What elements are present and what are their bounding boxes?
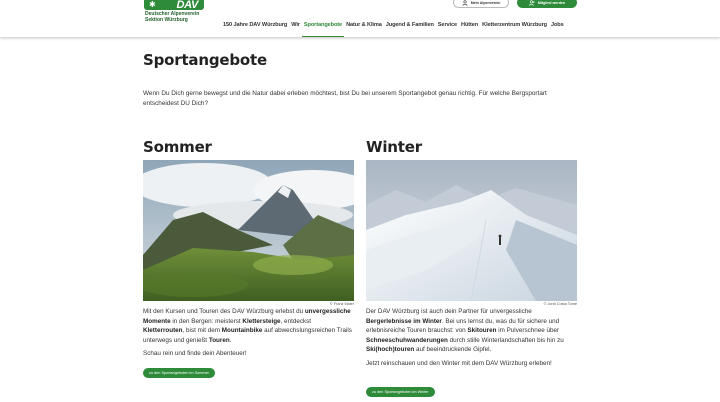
winter-photo [366,160,577,301]
nav-item-hütten[interactable]: Hütten [459,20,480,37]
winter-text: Der DAV Würzburg ist auch dein Partner f… [366,307,577,369]
sommer-heading: Sommer [143,138,212,156]
page-title: Sportangebote [143,51,267,69]
mountain-winter-image [366,160,577,301]
site-header: ✱ DAV Deutscher Alpenverein Sektion Würz… [0,0,720,37]
winter-text-part: Ski(hoch)touren [366,346,415,354]
winter-text-part: auf beeindruckende Gipfel. [414,346,492,354]
sommer-text-part: Touren [208,336,230,344]
sommer-description: Mit den Kursen und Touren des DAV Würzbu… [143,307,354,345]
sommer-text-part: . [229,336,232,344]
sommer-text-part: Mit den Kursen und Touren des DAV Würzbu… [143,308,305,315]
winter-text-part: Schneeschuhwanderungen [366,336,448,344]
winter-photo-credit: © Jordi Costa Tomé [543,302,577,306]
dav-logo[interactable]: ✱ DAV [144,0,204,11]
winter-description: Der DAV Würzburg ist auch dein Partner f… [366,307,577,355]
main-nav: 150 Jahre DAV Würzburg Wir Sportangebote Na… [221,20,566,37]
winter-text-part: im Pulverschnee über [496,327,560,335]
sommer-text-part: in den Bergen: meisterst [170,317,243,325]
winter-text-part: durch stille Winterlandschaften bis hin … [447,336,564,344]
winter-cta-button[interactable]: zu den Sportangeboten im Winter [366,387,435,397]
become-member-button[interactable]: Mitglied werden [517,0,577,8]
org-name[interactable]: Deutscher Alpenverein Sektion Würzburg [145,11,199,23]
nav-item-150-jahre-dav-würzburg[interactable]: 150 Jahre DAV Würzburg [221,20,289,37]
sommer-text-part: Kletterrouten [143,327,183,335]
winter-closing: Jetzt reinschauen und den Winter mit dem… [366,359,552,367]
sommer-photo [143,160,354,301]
nav-item-kletterzentrum-würzburg[interactable]: Kletterzentrum Würzburg [480,20,549,37]
intro-text: Wenn Du Dich gerne bewegst und die Natur… [143,90,547,107]
edelweiss-icon: ✱ [149,0,156,9]
sommer-text-part: Mountainbike [221,327,263,335]
sommer-closing: Schau rein und finde dein Abenteuer! [143,350,247,358]
winter-text-part: Bergerlebnisse im Winter [366,317,442,325]
sommer-text: Mit den Kursen und Touren des DAV Würzbu… [143,307,354,359]
nav-item-service[interactable]: Service [436,20,459,37]
nav-item-wir[interactable]: Wir [289,20,302,37]
winter-text-part: Der DAV Würzburg ist auch dein Partner f… [366,308,532,315]
logo-text: DAV [176,0,198,11]
sommer-text-part: , bist mit dem [182,327,222,335]
nav-item-jugend-familien[interactable]: Jugend & Familien [384,20,436,37]
winter-heading: Winter [366,138,422,156]
sommer-cta-button[interactable]: zu den Sportangeboten im Sommer [143,368,215,378]
user-icon [462,0,468,6]
winter-text-part: Skitouren [467,327,497,335]
org-name-line2: Sektion Würzburg [145,17,188,23]
account-button-label: Mein Alpenverein [470,0,501,5]
user-plus-icon [529,0,535,6]
nav-item-sportangebote[interactable]: Sportangebote [301,20,345,37]
sommer-text-part: Klettersteige [242,317,281,325]
nav-item-natur-klima[interactable]: Natur & Klima [344,20,384,37]
sommer-text-part: , entdeckst [280,317,312,325]
account-button[interactable]: Mein Alpenverein [453,0,509,8]
sommer-photo-credit: © Franz Maier [329,302,354,306]
nav-item-jobs[interactable]: Jobs [549,20,566,37]
become-member-label: Mitglied werden [537,0,566,5]
mountain-summer-image [143,160,354,301]
